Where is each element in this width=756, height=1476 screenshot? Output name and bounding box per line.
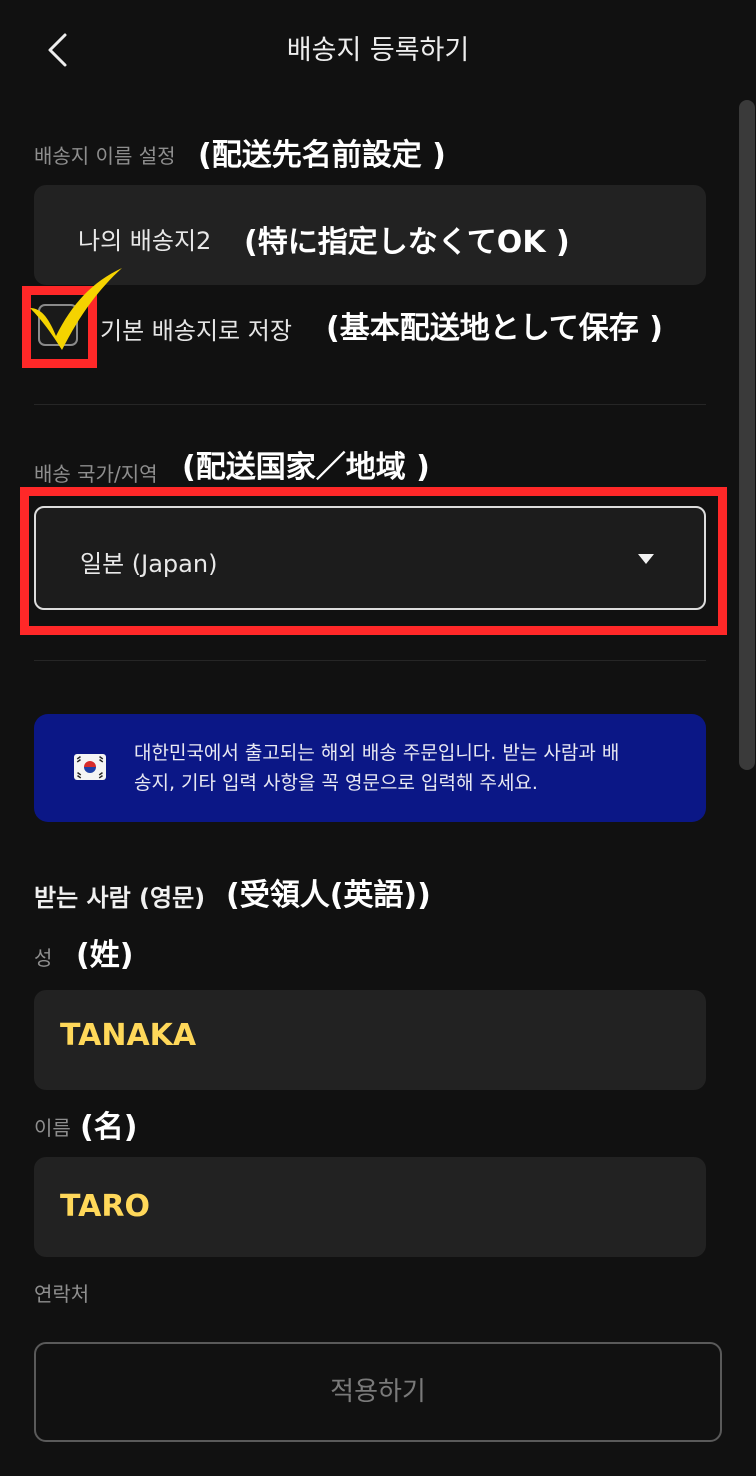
last-name-input[interactable]: TANAKA — [34, 990, 706, 1090]
default-address-label: 기본 배송지로 저장 — [100, 317, 292, 345]
scrollbar-thumb[interactable] — [739, 100, 755, 770]
last-name-annotation: (姓) — [76, 938, 134, 973]
scrollbar[interactable] — [738, 100, 756, 770]
last-name-label: 성 — [34, 946, 53, 970]
divider — [34, 404, 706, 405]
country-annotation: (配送国家／地域 ) — [182, 450, 430, 485]
shipping-name-input[interactable]: 나의 배송지2 (特に指定しなくてOK ) — [34, 185, 706, 285]
last-name-value: TANAKA — [60, 1018, 197, 1053]
shipping-name-annotation: (配送先名前設定 ) — [198, 138, 446, 173]
country-selected-value: 일본 (Japan) — [80, 550, 218, 578]
notice-text-line2: 송지, 기타 입력 사항을 꼭 영문으로 입력해 주세요. — [134, 772, 538, 794]
first-name-annotation: (名) — [80, 1110, 138, 1145]
recipient-title-annotation: (受領人(英語)) — [226, 878, 431, 913]
shipping-name-label: 배송지 이름 설정 — [34, 144, 176, 168]
notice-text-line1: 대한민국에서 출고되는 해외 배송 주문입니다. 받는 사람과 배 — [134, 742, 620, 764]
shipping-name-value-annotation: (特に指定しなくてOK ) — [244, 225, 570, 260]
apply-button[interactable]: 적용하기 — [34, 1342, 722, 1442]
shipping-name-value: 나의 배송지2 — [78, 227, 212, 255]
recipient-title: 받는 사람 (영문) — [34, 884, 206, 912]
first-name-input[interactable]: TARO — [34, 1157, 706, 1257]
dropdown-arrow-icon — [638, 554, 654, 564]
contact-label: 연락처 — [34, 1282, 90, 1306]
overseas-notice-banner: 대한민국에서 출고되는 해외 배송 주문입니다. 받는 사람과 배 송지, 기타… — [34, 714, 706, 822]
page-title: 배송지 등록하기 — [286, 35, 470, 66]
first-name-value: TARO — [60, 1189, 150, 1224]
country-select[interactable]: 일본 (Japan) — [34, 506, 706, 610]
first-name-label: 이름 — [34, 1116, 71, 1140]
country-label: 배송 국가/지역 — [34, 462, 158, 486]
divider — [34, 660, 706, 661]
korea-flag-icon — [74, 754, 106, 780]
default-address-annotation: (基本配送地として保存 ) — [326, 311, 663, 346]
